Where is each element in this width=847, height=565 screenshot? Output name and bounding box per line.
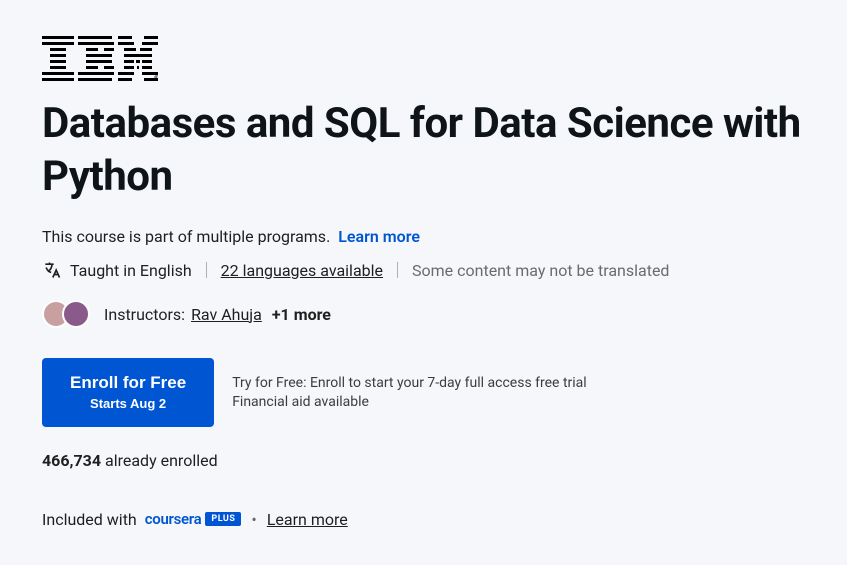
included-with-text: Included with — [42, 510, 137, 529]
program-note-text: This course is part of multiple programs… — [42, 227, 330, 246]
languages-available-link[interactable]: 22 languages available — [221, 261, 383, 280]
course-title: Databases and SQL for Data Science with … — [42, 98, 805, 203]
coursera-wordmark: coursera — [145, 510, 202, 528]
language-row: Taught in English 22 languages available… — [42, 260, 805, 280]
instructor-avatars — [42, 300, 90, 328]
enroll-button[interactable]: Enroll for Free Starts Aug 2 — [42, 358, 214, 427]
divider — [206, 262, 207, 278]
trial-text-block: Try for Free: Enroll to start your 7-day… — [232, 372, 587, 413]
plus-learn-more-link[interactable]: Learn more — [267, 510, 348, 529]
coursera-plus-badge: coursera PLUS — [145, 510, 242, 528]
enroll-button-title: Enroll for Free — [70, 372, 186, 394]
svg-text:®: ® — [154, 75, 158, 82]
instructor-primary-link[interactable]: Rav Ahuja — [191, 305, 262, 324]
taught-in-text: Taught in English — [70, 261, 192, 280]
enrolled-count: 466,734 — [42, 451, 101, 470]
instructors-row: Instructors: Rav Ahuja +1 more — [42, 300, 805, 328]
program-learn-more-link[interactable]: Learn more — [338, 227, 420, 246]
instructor-more-link[interactable]: +1 more — [272, 305, 331, 324]
program-note-row: This course is part of multiple programs… — [42, 227, 805, 246]
translation-note: Some content may not be translated — [412, 261, 669, 280]
enroll-button-sub: Starts Aug 2 — [70, 396, 186, 413]
coursera-plus-row: Included with coursera PLUS • Learn more — [42, 510, 805, 529]
enrolled-row: 466,734 already enrolled — [42, 451, 805, 470]
financial-aid-link[interactable]: Financial aid available — [232, 394, 587, 410]
divider — [397, 262, 398, 278]
trial-line: Try for Free: Enroll to start your 7-day… — [232, 375, 587, 391]
ibm-logo: ® — [42, 36, 805, 82]
translate-icon — [42, 260, 62, 280]
ibm-logo-svg: ® — [42, 36, 158, 82]
enroll-section: Enroll for Free Starts Aug 2 Try for Fre… — [42, 358, 805, 427]
avatar — [62, 300, 90, 328]
enrolled-suffix: already enrolled — [101, 451, 218, 470]
instructors-label: Instructors: — [104, 305, 185, 324]
plus-pill: PLUS — [205, 512, 241, 526]
separator-dot: • — [251, 510, 256, 529]
